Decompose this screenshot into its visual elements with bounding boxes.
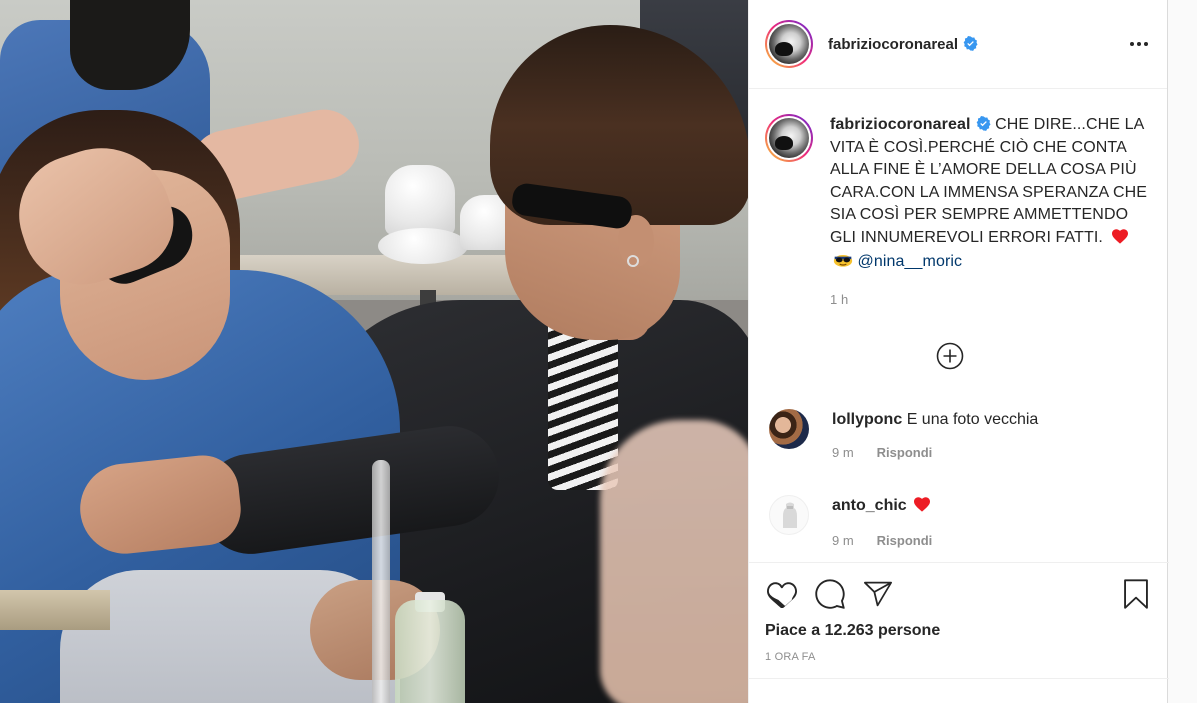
verified-badge-icon — [976, 116, 991, 131]
verified-badge-icon — [963, 35, 978, 51]
comment-item: lollyponc E una foto vecchia 9 m Rispond… — [769, 409, 1038, 460]
save-bookmark-icon[interactable] — [1119, 577, 1153, 611]
mention-link[interactable]: @nina__moric — [858, 253, 963, 270]
photo-bottle — [395, 600, 465, 703]
photo-blurred-hand — [600, 420, 748, 703]
more-options-icon[interactable] — [1127, 32, 1151, 56]
caption-timestamp[interactable]: 1 h — [830, 289, 1150, 312]
load-more-comments-icon[interactable] — [935, 341, 965, 371]
author-username[interactable]: fabriziocoronareal — [828, 35, 978, 53]
post-header: fabriziocoronareal — [749, 0, 1167, 89]
comment-body: anto_chic 9 m Rispondi — [832, 495, 932, 548]
post-photo[interactable] — [0, 0, 748, 703]
post-timestamp[interactable]: 1 ORA FA — [765, 651, 1153, 663]
reply-button[interactable]: Rispondi — [877, 445, 933, 460]
comment-text: E una foto vecchia — [906, 411, 1039, 428]
action-icons-row — [765, 577, 1153, 611]
author-avatar[interactable] — [765, 20, 813, 68]
comment-avatar[interactable] — [769, 409, 809, 449]
photo-glass — [372, 460, 390, 703]
reply-button[interactable]: Rispondi — [877, 533, 933, 548]
caption-author-username[interactable]: fabriziocoronareal — [830, 116, 971, 133]
comment-line: lollyponc E una foto vecchia — [832, 409, 1038, 431]
caption-text: CHE DIRE...CHE LA VITA È COSÌ.PERCHÉ CIÒ… — [830, 116, 1148, 246]
photo-desk — [0, 590, 110, 630]
add-comment-bar[interactable] — [749, 678, 1169, 703]
comment-username[interactable]: anto_chic — [832, 497, 907, 514]
comment-bubble-icon[interactable] — [813, 577, 847, 611]
caption-block: fabriziocoronareal CHE DIRE...CHE LA VIT… — [749, 90, 1169, 311]
post-sidebar: fabriziocoronareal fabriziocoronareal CH… — [748, 0, 1169, 703]
author-avatar-image — [769, 24, 809, 64]
caption-avatar-image — [769, 118, 809, 158]
photo-saucer — [378, 228, 468, 264]
sunglasses-emoji-icon — [833, 252, 853, 276]
comment-body: lollyponc E una foto vecchia 9 m Rispond… — [832, 409, 1038, 460]
comment-item: anto_chic 9 m Rispondi — [769, 495, 932, 548]
photo-cup — [385, 165, 455, 235]
comment-time[interactable]: 9 m — [832, 533, 854, 548]
comment-avatar[interactable] — [769, 495, 809, 535]
comment-line: anto_chic — [832, 495, 932, 519]
post-card: fabriziocoronareal fabriziocoronareal CH… — [0, 0, 1169, 703]
author-username-text[interactable]: fabriziocoronareal — [828, 36, 958, 53]
photo-earring — [627, 255, 639, 267]
heart-emoji-icon — [913, 496, 931, 519]
like-heart-icon[interactable] — [765, 577, 799, 611]
caption-author-avatar[interactable] — [765, 114, 813, 162]
share-paper-plane-icon[interactable] — [861, 577, 895, 611]
caption-text-block: fabriziocoronareal CHE DIRE...CHE LA VIT… — [830, 114, 1150, 311]
comment-time[interactable]: 9 m — [832, 445, 854, 460]
heart-emoji-icon — [1111, 228, 1129, 252]
comment-meta: 9 m Rispondi — [832, 533, 932, 548]
comment-username[interactable]: lollyponc — [832, 411, 902, 428]
comments-section[interactable]: fabriziocoronareal CHE DIRE...CHE LA VIT… — [749, 90, 1169, 562]
comment-meta: 9 m Rispondi — [832, 445, 1038, 460]
post-actions: Piace a 12.263 persone 1 ORA FA — [749, 562, 1169, 663]
likes-count[interactable]: Piace a 12.263 persone — [765, 622, 1153, 640]
